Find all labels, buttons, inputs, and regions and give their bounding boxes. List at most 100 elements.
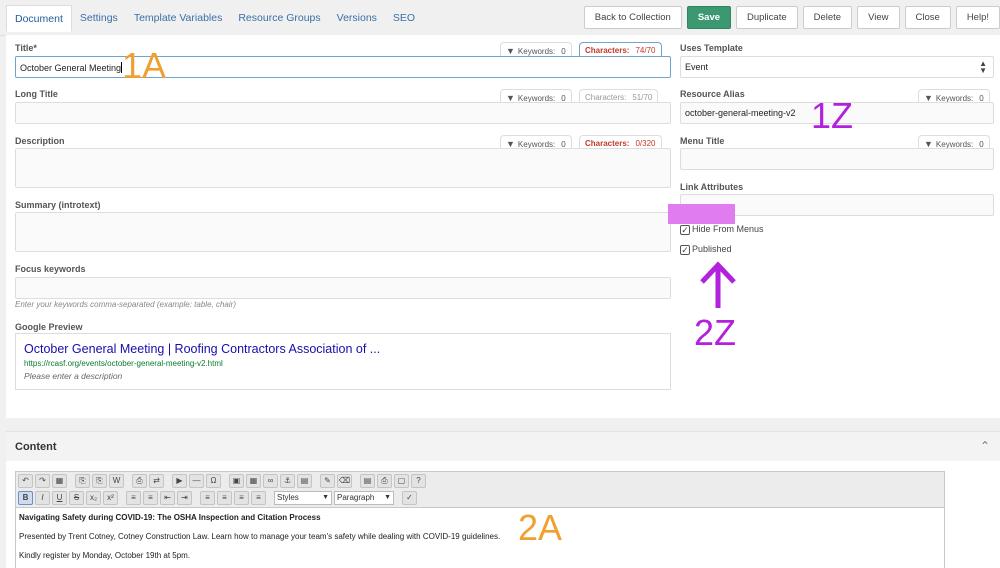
focus-keywords-hint: Enter your keywords comma-separated (exa… [15,300,236,309]
tab-template-variables[interactable]: Template Variables [126,5,231,32]
align-right-icon[interactable]: ≡ [234,491,249,505]
rich-text-editor[interactable]: ↶ ↷ ▦ ⎘ ⎘ W ⎙ ⇄ ▶ — Ω ▣ ▦ ∞ ⚓ ▤ ✎ ⌫ ▤ ⎙ [15,471,945,568]
fullscreen-icon[interactable]: ▢ [394,474,409,488]
help-icon[interactable]: ? [411,474,426,488]
document-panel: Title* ▼ Keywords: 0 Characters: 74/70 Octo… [6,35,1000,418]
annotation-1a: 1A [122,45,167,86]
toolbar-row-1: ↶ ↷ ▦ ⎘ ⎘ W ⎙ ⇄ ▶ — Ω ▣ ▦ ∞ ⚓ ▤ ✎ ⌫ ▤ ⎙ [18,474,426,488]
menu-title-input[interactable] [680,148,994,170]
paste-word-icon[interactable]: W [109,474,124,488]
alias-value: october-general-meeting-v2 [685,108,796,118]
superscript-icon[interactable]: x² [103,491,118,505]
collapse-chevron-icon[interactable]: ⌃ [980,439,990,453]
delete-button[interactable]: Delete [802,6,853,29]
select-all-icon[interactable]: ▦ [52,474,67,488]
select-arrows-icon: ▲ ▼ [979,59,987,75]
template-icon[interactable]: ▤ [297,474,312,488]
special-char-icon[interactable]: Ω [206,474,221,488]
template-select[interactable]: Event ▲ ▼ [680,56,994,78]
editor-heading: Navigating Safety during COVID-19: The O… [19,513,321,522]
outdent-icon[interactable]: ⇤ [160,491,175,505]
eraser-icon[interactable]: ⌫ [337,474,352,488]
google-preview: October General Meeting | Roofing Contra… [15,333,671,390]
bold-icon[interactable]: B [18,491,33,505]
indent-icon[interactable]: ⇥ [177,491,192,505]
annotation-2a: 2A [518,507,563,548]
dropdown-arrow-icon: ▼ [384,494,391,501]
justify-icon[interactable]: ≡ [251,491,266,505]
duplicate-button[interactable]: Duplicate [736,6,798,29]
tab-versions[interactable]: Versions [329,5,385,32]
tab-settings[interactable]: Settings [72,5,126,32]
spellcheck-icon[interactable]: ✓ [402,491,417,505]
tab-seo[interactable]: SEO [385,5,423,32]
thumbs-down-icon: ▼ [506,46,515,56]
preview-icon[interactable]: ▤ [360,474,375,488]
tab-document[interactable]: Document [6,5,72,32]
editor-toolbar: ↶ ↷ ▦ ⎘ ⎘ W ⎙ ⇄ ▶ — Ω ▣ ▦ ∞ ⚓ ▤ ✎ ⌫ ▤ ⎙ [16,472,944,508]
resource-alias-label: Resource Alias [680,89,745,99]
top-bar: Document Settings Template Variables Res… [0,0,1000,36]
link-attributes-label: Link Attributes [680,182,744,192]
paste-text-icon[interactable]: ⎘ [92,474,107,488]
dropdown-arrow-icon: ▼ [322,494,329,501]
format-select[interactable]: Paragraph ▼ [334,491,394,505]
back-to-collection-button[interactable]: Back to Collection [583,6,682,29]
content-section-header[interactable]: Content ⌃ [6,431,1000,461]
bullet-list-icon[interactable]: ≡ [126,491,141,505]
title-label: Title* [15,43,37,53]
uses-template-label: Uses Template [680,43,743,53]
undo-icon[interactable]: ↶ [18,474,33,488]
italic-icon[interactable]: I [35,491,50,505]
focus-keywords-input[interactable] [15,277,671,299]
preview-url: https://rcasf.org/events/october-general… [24,359,223,368]
up-arrow-icon [700,261,736,308]
video-icon[interactable]: ▶ [172,474,187,488]
paste-icon[interactable]: ⎘ [75,474,90,488]
menu-title-label: Menu Title [680,136,725,146]
editor-paragraph: Kindly register by Monday, October 19th … [19,551,191,560]
long-title-input[interactable] [15,102,671,124]
strikethrough-icon[interactable]: S [69,491,84,505]
find-replace-icon[interactable]: ⇄ [149,474,164,488]
numbered-list-icon[interactable]: ≡ [143,491,158,505]
summary-textarea[interactable] [15,212,671,252]
annotation-2z: 2Z [694,312,737,353]
checkmark-icon: ✓ [680,245,690,255]
table-icon[interactable]: ▦ [246,474,261,488]
tab-resource-groups[interactable]: Resource Groups [230,5,328,32]
tab-bar: Document Settings Template Variables Res… [6,5,423,32]
summary-label: Summary (introtext) [15,200,101,210]
content-title: Content [15,441,57,453]
editor-paragraph: Presented by Trent Cotney, Cotney Constr… [19,532,501,541]
focus-keywords-label: Focus keywords [15,264,86,274]
unlink-icon[interactable]: ∞ [263,474,278,488]
view-button[interactable]: View [857,6,900,29]
annotation-1z: 1Z [811,95,854,136]
highlight-icon[interactable]: ✎ [320,474,335,488]
image-icon[interactable]: ▣ [229,474,244,488]
styles-select[interactable]: Styles ▼ [274,491,332,505]
google-preview-label: Google Preview [15,322,83,332]
close-button[interactable]: Close [904,6,951,29]
save-button[interactable]: Save [686,6,732,29]
align-left-icon[interactable]: ≡ [200,491,215,505]
print-preview-icon[interactable]: ⎙ [377,474,392,488]
published-checkbox[interactable]: ✓ Published [680,244,732,255]
checkmark-icon: ✓ [680,225,690,235]
hide-from-menus-checkbox[interactable]: ✓ Hide From Menus [680,224,764,235]
preview-title: October General Meeting | Roofing Contra… [24,342,381,356]
toolbar-row-2: B I U S x₂ x² ≡ ≡ ⇤ ⇥ ≡ ≡ ≡ ≡ Styles ▼ Pa… [18,491,417,505]
anchor-icon[interactable]: ⚓ [280,474,295,488]
long-title-label: Long Title [15,89,58,99]
subscript-icon[interactable]: x₂ [86,491,101,505]
underline-icon[interactable]: U [52,491,67,505]
align-center-icon[interactable]: ≡ [217,491,232,505]
template-value: Event [685,62,709,72]
print-icon[interactable]: ⎙ [132,474,147,488]
redo-icon[interactable]: ↷ [35,474,50,488]
horizontal-rule-icon[interactable]: — [189,474,204,488]
description-textarea[interactable] [15,148,671,188]
help-button[interactable]: Help! [955,6,1000,29]
title-input[interactable]: October General Meeting [15,56,671,78]
